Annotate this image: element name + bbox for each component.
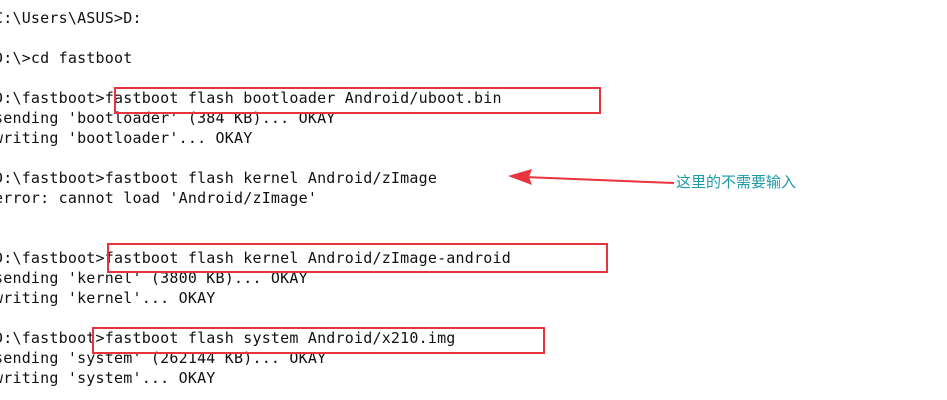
highlight-box-system-command <box>92 327 545 354</box>
console-window[interactable]: C:\Users\ASUS>D: D:\>cd fastboot D:\fast… <box>0 0 947 400</box>
highlight-box-kernel-command <box>107 243 608 273</box>
console-line: error: cannot load 'Android/zImage' <box>0 189 318 207</box>
console-line: D:\>cd fastboot <box>0 49 133 67</box>
highlight-box-bootloader-command <box>114 87 601 114</box>
console-line: D:\fastboot>fastboot flash kernel Androi… <box>0 169 438 187</box>
console-line: writing 'kernel'... OKAY <box>0 289 216 307</box>
console-line: C:\Users\ASUS>D: <box>0 9 142 27</box>
arrow-left-icon <box>508 169 675 185</box>
console-line: writing 'system'... OKAY <box>0 369 216 387</box>
annotation-note: 这里的不需要输入 <box>676 173 797 191</box>
console-line: writing 'bootloader'... OKAY <box>0 129 253 147</box>
